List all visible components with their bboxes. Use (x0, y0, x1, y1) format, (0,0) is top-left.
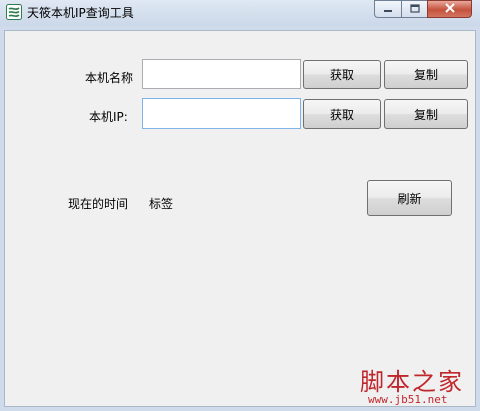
minimize-icon (383, 2, 393, 16)
app-icon[interactable] (6, 4, 22, 20)
window-title: 天筱本机IP查询工具 (27, 6, 134, 20)
host-name-label: 本机名称 (85, 71, 134, 85)
title-bar[interactable]: 天筱本机IP查询工具 (0, 0, 480, 26)
app-window: 天筱本机IP查询工具 本机名称 获取 复制 本机IP: 获取 复制 现在的时间 … (0, 0, 480, 411)
watermark-text: 脚本之家 (360, 368, 464, 396)
refresh-button[interactable]: 刷新 (367, 180, 452, 216)
maximize-button[interactable] (401, 0, 427, 18)
close-button[interactable] (427, 0, 472, 18)
window-controls (374, 0, 472, 19)
current-time-value: 标签 (149, 197, 174, 211)
watermark-url: www.jb51.net (368, 393, 448, 406)
local-ip-field[interactable] (142, 98, 301, 129)
maximize-icon (409, 2, 420, 16)
client-area: 本机名称 获取 复制 本机IP: 获取 复制 现在的时间 标签 刷新 (4, 30, 476, 407)
watermark: 脚本之家 www.jb51.net (354, 360, 474, 408)
get-host-name-button[interactable]: 获取 (303, 60, 381, 89)
get-ip-button[interactable]: 获取 (303, 99, 381, 129)
copy-host-name-button[interactable]: 复制 (384, 60, 468, 89)
minimize-button[interactable] (374, 0, 401, 18)
close-icon (444, 2, 456, 16)
local-ip-label: 本机IP: (89, 110, 128, 124)
current-time-label: 现在的时间 (68, 197, 129, 211)
copy-ip-button[interactable]: 复制 (384, 99, 468, 129)
host-name-field[interactable] (142, 59, 301, 89)
